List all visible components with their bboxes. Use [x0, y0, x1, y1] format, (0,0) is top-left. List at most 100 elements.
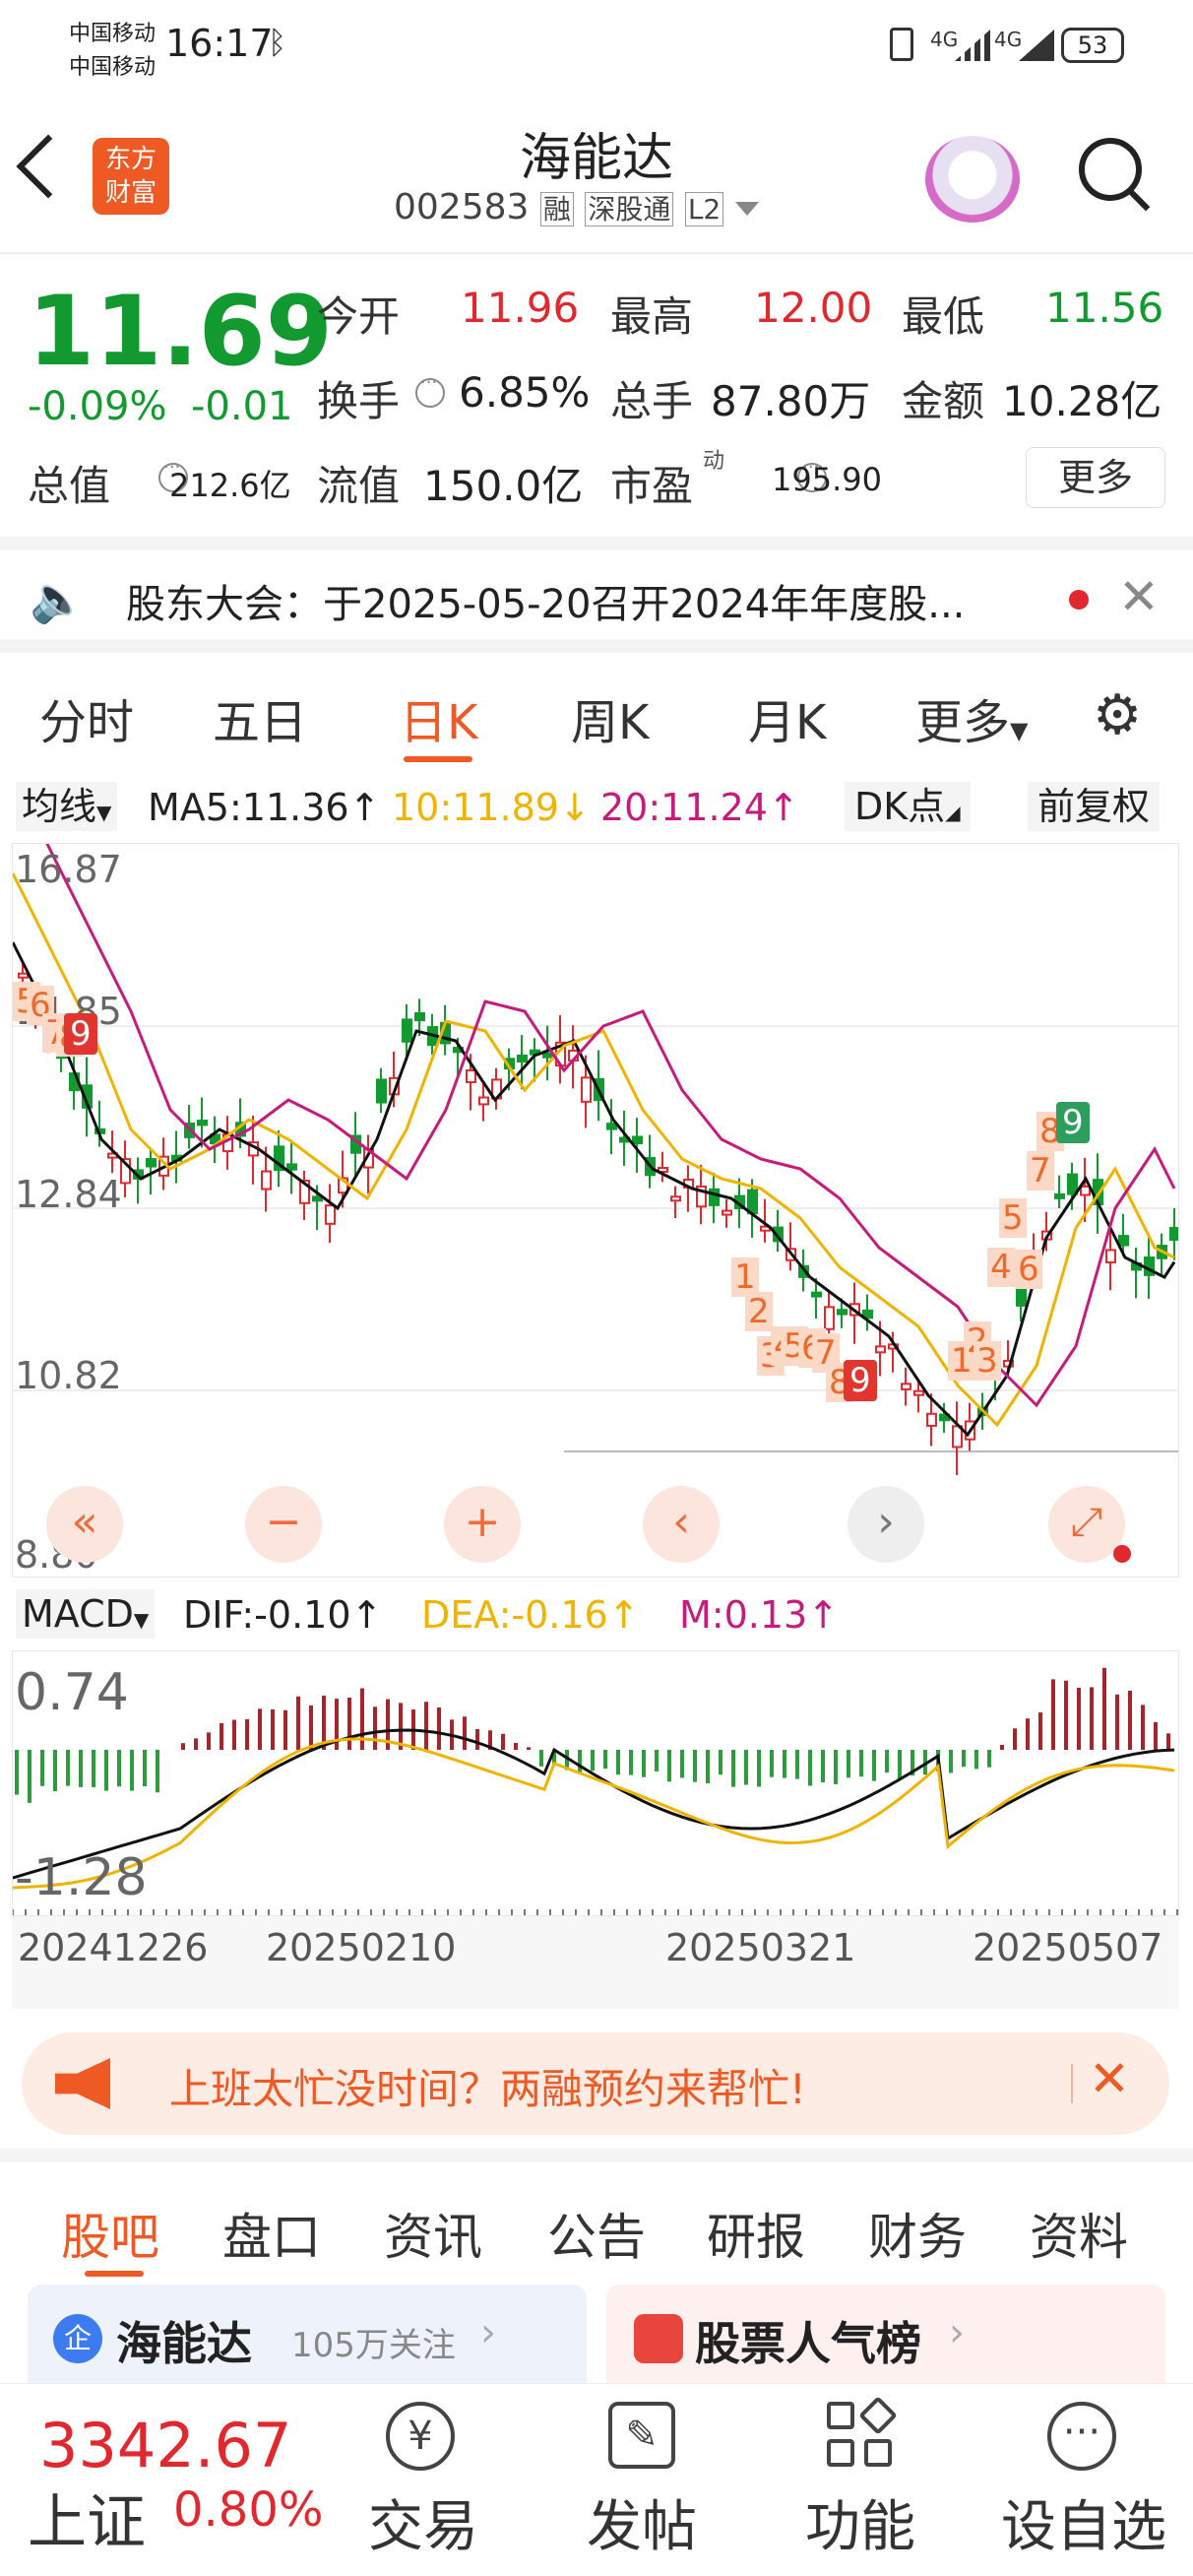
dk-marker: 4 [987, 1248, 1015, 1287]
turnover-label: 换手 [317, 377, 401, 425]
function-button[interactable]: 功能 [791, 2482, 929, 2562]
kline-chart[interactable]: 16.87 14.85 12.84 10.82 8.80 56789123456… [12, 843, 1179, 1578]
clock: 16:17 [165, 22, 274, 65]
post-button[interactable]: 发帖 [573, 2482, 711, 2562]
network-2: 4G [994, 28, 1023, 51]
tab-more[interactable]: 更多▼ [915, 683, 1028, 752]
macd-select[interactable]: MACD▼ [16, 1589, 156, 1639]
period-tabs: 分时 五日 日K 周K 月K 更多▼ ⚙ [0, 654, 1193, 772]
candle [325, 1204, 336, 1225]
tab-announcements[interactable]: 公告 [547, 2198, 646, 2269]
forum-tab-underline [85, 2271, 144, 2277]
dropdown-icon[interactable] [734, 202, 759, 216]
candle [402, 1018, 412, 1043]
tab-intraday[interactable]: 分时 [39, 683, 134, 752]
tab-daily-k[interactable]: 日K [400, 683, 477, 752]
macd-y-top: 0.74 [15, 1663, 129, 1722]
index-value[interactable]: 3342.67 [39, 2410, 291, 2481]
candle [837, 1309, 848, 1316]
tab-forum[interactable]: 股吧 [61, 2198, 159, 2269]
macd-svg [13, 1667, 1178, 1915]
speaker-icon: 🔈 [30, 572, 87, 625]
candle [466, 1069, 476, 1083]
carrier-1: 中国移动 [69, 22, 157, 46]
close-icon[interactable]: ✕ [1118, 568, 1160, 625]
status-bar: 中国移动 中国移动 16:17 ᛒ 4G 4G 53 [0, 0, 1193, 98]
unread-dot [1069, 590, 1089, 610]
tab-news[interactable]: 资讯 [384, 2198, 482, 2269]
date-axis: 20241226 20250210 20250321 20250507 [12, 1916, 1179, 2009]
ma-line [45, 844, 1176, 1408]
tab-finance[interactable]: 财务 [868, 2198, 967, 2269]
change-pct: -0.09% [28, 384, 167, 429]
date-label-4: 20250507 [973, 1926, 1163, 1969]
ma-legend: 均线▼ MA5:11.36↑ 10:11.89↓ 20:11.24↑ DK点◢ … [0, 778, 1193, 837]
chevron-down-icon: ▼ [133, 1608, 150, 1632]
robot-assistant-icon[interactable] [925, 136, 1020, 223]
info-icon[interactable] [415, 372, 445, 408]
tab-five-day[interactable]: 五日 [213, 683, 307, 752]
candle [1105, 1249, 1116, 1264]
macd-select-label: MACD [22, 1592, 134, 1636]
scroll-left-button[interactable]: ‹ [643, 1486, 720, 1563]
macd-chart[interactable]: 0.74 -1.28 [12, 1650, 1179, 1916]
candle [606, 1123, 617, 1130]
tab-monthly-k[interactable]: 月K [748, 683, 826, 752]
zoom-in-button[interactable]: + [444, 1486, 521, 1563]
volume-label: 总手 [610, 377, 694, 425]
ma-select[interactable]: 均线▼ [16, 782, 118, 831]
post-icon: ✎ [608, 2402, 675, 2469]
pe-value: 195.90 [772, 461, 882, 498]
gear-icon[interactable]: ⚙ [1093, 683, 1142, 747]
stock-code: 002583 [394, 187, 530, 227]
date-label-3: 20250321 [665, 1926, 856, 1969]
more-button[interactable]: 更多 [1026, 447, 1165, 508]
dif-value: DIF:-0.10↑ [183, 1593, 383, 1637]
candle [632, 1135, 643, 1145]
promo-divider [1071, 2064, 1073, 2103]
dk-marker: 5 [999, 1198, 1027, 1238]
dk-select[interactable]: DK点◢ [845, 782, 971, 831]
candle [312, 1195, 323, 1202]
m-value: M:0.13↑ [679, 1593, 840, 1637]
tab-weekly-k[interactable]: 周K [571, 683, 649, 752]
tab-more-label: 更多 [915, 695, 1011, 750]
header: 东方 财富 海能达 002583 融 深股通 L2 [0, 98, 1193, 254]
notification-dot [1113, 1545, 1131, 1563]
adjust-select[interactable]: 前复权 [1028, 782, 1161, 831]
mktcap-label: 总值 [28, 462, 111, 510]
chevron-down-icon: ▼ [1010, 717, 1029, 744]
active-tab-underline [404, 756, 472, 762]
scroll-left-fast-button[interactable]: « [46, 1486, 123, 1563]
scroll-right-button[interactable]: › [848, 1486, 924, 1563]
candle [376, 1078, 387, 1104]
promo-banner[interactable]: 上班太忙没时间？两融预约来帮忙! ✕ [22, 2032, 1169, 2135]
add-watchlist-button[interactable]: 设自选 [990, 2482, 1177, 2562]
badge-level2: L2 [684, 192, 724, 226]
tab-profile[interactable]: 资料 [1030, 2198, 1128, 2269]
dk-marker: 9 [844, 1360, 877, 1401]
dk-label: DK点 [854, 785, 946, 828]
badge-connect: 深股通 [585, 192, 674, 226]
close-icon[interactable]: ✕ [1089, 2050, 1130, 2107]
index-name: 上证 [28, 2488, 146, 2557]
badge-margin: 融 [539, 192, 574, 226]
notice-bar[interactable]: 🔈 股东大会：于2025-05-20召开2024年年度股... ✕ [0, 537, 1193, 653]
battery-icon: 53 [1061, 28, 1124, 63]
low-value: 11.56 [1045, 284, 1164, 332]
last-price: 11.69 [28, 276, 333, 388]
stock-code-row[interactable]: 002583 融 深股通 L2 [394, 187, 759, 227]
pe-superscript: 动 [703, 449, 725, 474]
zoom-out-button[interactable]: − [245, 1486, 322, 1563]
signal-icon-1 [955, 30, 990, 61]
candle [261, 1170, 272, 1191]
turnover-value: 6.85% [459, 368, 591, 417]
more-dots-icon: ··· [1047, 2402, 1116, 2471]
tab-research[interactable]: 研报 [707, 2198, 805, 2269]
dk-marker: 9 [1056, 1102, 1090, 1143]
trade-button[interactable]: 交易 [354, 2482, 492, 2562]
tab-orderbook[interactable]: 盘口 [222, 2198, 321, 2269]
candle [722, 1209, 732, 1216]
dk-marker: 3 [973, 1341, 1001, 1381]
dk-marker: 7 [1027, 1151, 1054, 1191]
